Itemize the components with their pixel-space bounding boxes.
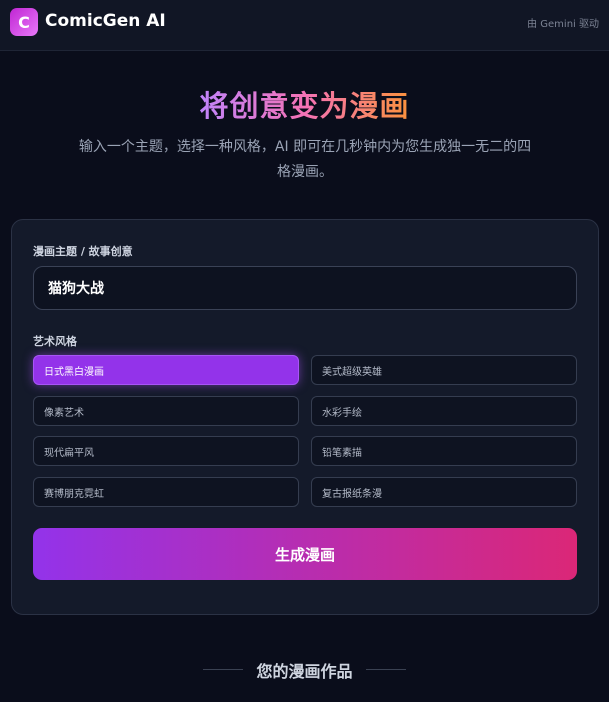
hero-title: 将创意变为漫画 [0,83,609,125]
topic-input[interactable] [33,266,577,310]
generate-comic-button[interactable]: 生成漫画 [33,528,577,580]
style-label: 艺术风格 [33,335,77,348]
style-option-pencil-sketch[interactable]: 铅笔素描 [311,436,577,466]
comic-form-card: 漫画主题 / 故事创意 艺术风格 日式黑白漫画 美式超级英雄 像素艺术 水彩手绘… [11,219,599,615]
gallery-divider-right [366,669,406,670]
style-option-pixel-art[interactable]: 像素艺术 [33,396,299,426]
style-option-cyberpunk-neon[interactable]: 赛博朋克霓虹 [33,477,299,507]
hero-title-text: 将创意变为漫画 [199,89,410,123]
style-option-watercolor[interactable]: 水彩手绘 [311,396,577,426]
style-option-retro-newspaper[interactable]: 复古报纸条漫 [311,477,577,507]
app-title: ComicGen AI [45,11,166,31]
topic-label: 漫画主题 / 故事创意 [33,245,133,258]
style-option-american-superhero[interactable]: 美式超级英雄 [311,355,577,385]
powered-by-text: 由 Gemini 驱动 [527,19,599,30]
hero-subtitle: 输入一个主题，选择一种风格，AI 即可在几秒钟内为您生成独一无二的四格漫画。 [78,139,532,180]
gallery-title: 您的漫画作品 [256,662,353,681]
style-option-modern-flat[interactable]: 现代扁平风 [33,436,299,466]
style-option-japanese-manga[interactable]: 日式黑白漫画 [33,355,299,385]
app-logo-icon: C [10,8,38,36]
app-header: C ComicGen AI 由 Gemini 驱动 [0,0,609,51]
